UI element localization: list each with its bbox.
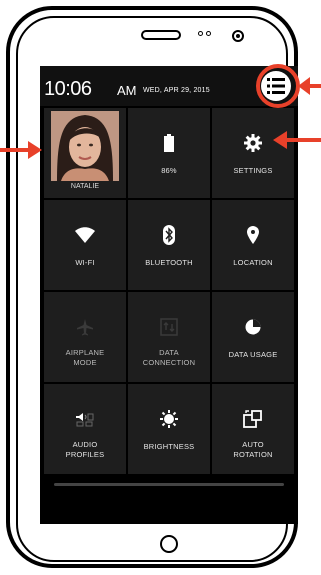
arrow-left-icon bbox=[273, 131, 321, 149]
arrow-left-icon bbox=[298, 77, 321, 95]
annotation-arrows bbox=[0, 77, 321, 159]
home-button[interactable] bbox=[160, 535, 178, 553]
arrow-right-icon bbox=[0, 141, 42, 159]
